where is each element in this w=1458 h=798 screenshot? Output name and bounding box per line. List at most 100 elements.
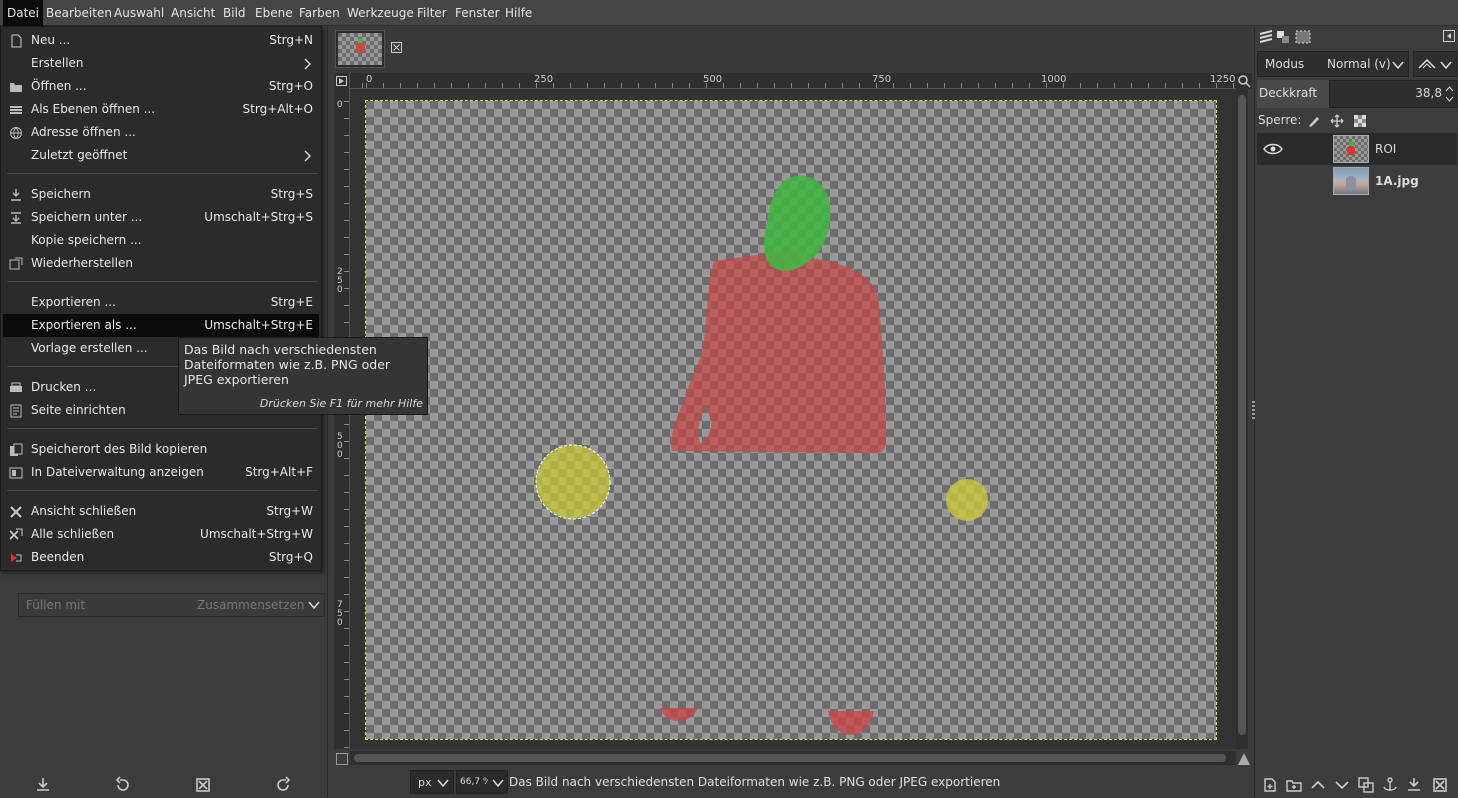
menu-item-export-as[interactable]: Exportieren als ... Umschalt+Strg+E <box>3 314 319 337</box>
roi-left-circle <box>535 444 611 520</box>
eye-icon[interactable] <box>1263 142 1283 156</box>
menu-item-export[interactable]: Exportieren ... Strg+E <box>3 291 319 314</box>
menu-item-label: Ansicht schließen <box>31 504 137 518</box>
composite-mode-button[interactable] <box>1413 51 1457 77</box>
menu-ebene[interactable]: Ebene <box>251 0 297 26</box>
menu-fenster[interactable]: Fenster <box>451 0 504 26</box>
menu-werkzeuge[interactable]: Werkzeuge <box>343 0 418 26</box>
menu-bearbeiten[interactable]: Bearbeiten <box>42 0 116 26</box>
opacity-label: Deckkraft <box>1257 80 1329 108</box>
horizontal-ruler: 0 250 500 750 1000 1250 <box>350 73 1238 89</box>
menu-bild[interactable]: Bild <box>219 0 250 26</box>
printer-icon <box>10 382 22 392</box>
layer-name: ROI <box>1375 142 1397 156</box>
menu-hilfe[interactable]: Hilfe <box>501 0 536 26</box>
restore-icon[interactable] <box>114 776 132 794</box>
lock-position-icon[interactable] <box>1330 114 1344 128</box>
menu-item-label: Drucken ... <box>31 380 97 394</box>
lower-layer-icon[interactable] <box>1333 776 1351 794</box>
new-layer-group-icon[interactable] <box>1285 776 1303 794</box>
unit-select[interactable]: px <box>410 770 454 794</box>
mode-value: Normal (v) <box>1327 57 1391 71</box>
menu-item-quit[interactable]: Beenden Strg+Q <box>3 546 319 569</box>
mode-label: Modus <box>1265 57 1305 71</box>
dock-menu-icon[interactable] <box>1443 30 1455 42</box>
menu-item-save[interactable]: Speichern Strg+S <box>3 183 319 206</box>
quick-mask-toggle-icon[interactable] <box>336 753 348 765</box>
tooltip-text: Das Bild nach verschiedensten Dateiforma… <box>184 342 391 387</box>
menu-item-save-copy[interactable]: Kopie speichern ... <box>3 229 319 252</box>
menu-item-open-location[interactable]: Adresse öffnen ... <box>3 121 319 144</box>
layers-dock: Modus Normal (v) Deckkraft 38,8 Sperre: … <box>1252 27 1458 798</box>
reset-icon[interactable] <box>274 776 292 794</box>
lock-alpha-icon[interactable] <box>1353 114 1367 128</box>
ruler-tick: 750 <box>337 600 343 628</box>
spinner-arrows-icon[interactable] <box>1445 85 1454 103</box>
duplicate-layer-icon[interactable] <box>1357 776 1375 794</box>
dock-resize-handle[interactable] <box>1252 401 1255 419</box>
menu-item-label: Neu ... <box>31 33 71 47</box>
horizontal-scrollbar[interactable] <box>350 751 1236 765</box>
close-tab-icon[interactable] <box>391 42 402 53</box>
delete-layer-icon[interactable] <box>1431 776 1449 794</box>
menu-auswahl[interactable]: Auswahl <box>110 0 168 26</box>
roi-head-shape <box>763 175 831 271</box>
tooltip: Das Bild nach verschiedensten Dateiforma… <box>178 337 428 415</box>
menu-item-close-all[interactable]: Alle schließen Umschalt+Strg+W <box>3 523 319 546</box>
menu-item-save-as[interactable]: Speichern unter ... Umschalt+Strg+S <box>3 206 319 229</box>
anchor-icon[interactable] <box>1381 776 1399 794</box>
menu-filter[interactable]: Filter <box>413 0 451 26</box>
merge-down-icon[interactable] <box>1405 776 1423 794</box>
menu-item-create[interactable]: Erstellen <box>3 52 319 75</box>
menu-item-open[interactable]: Öffnen ... Strg+O <box>3 75 319 98</box>
layers-bottom-toolbar <box>1255 772 1458 798</box>
left-dock-buttons <box>0 770 328 798</box>
magnifier-icon <box>1238 75 1251 88</box>
zoom-select[interactable]: 66,7 % <box>456 770 508 794</box>
fill-mode-select[interactable]: Füllen mit Zusammensetzen <box>18 593 325 617</box>
menu-item-new[interactable]: Neu ... Strg+N <box>3 29 319 52</box>
zoom-to-fit-button[interactable] <box>1236 73 1252 89</box>
canvas-area[interactable] <box>350 89 1236 749</box>
menubar: Datei Bearbeiten Auswahl Ansicht Bild Eb… <box>0 0 1458 26</box>
menu-item-accel: Strg+S <box>270 187 313 201</box>
menu-ansicht[interactable]: Ansicht <box>167 0 219 26</box>
menu-item-copy-location[interactable]: Speicherort des Bild kopieren <box>3 438 319 461</box>
image-tab-thumbnail[interactable] <box>335 30 385 68</box>
image-canvas[interactable] <box>365 100 1217 740</box>
raise-layer-icon[interactable] <box>1309 776 1327 794</box>
navigate-icon[interactable] <box>1237 752 1251 766</box>
delete-preset-icon[interactable] <box>194 776 212 794</box>
menu-item-label: Exportieren ... <box>31 295 116 309</box>
save-preset-icon[interactable] <box>34 776 52 794</box>
layer-row-roi[interactable]: ROI <box>1257 133 1457 165</box>
mode-select[interactable]: Modus Normal (v) <box>1257 51 1409 77</box>
ruler-tick: 500 <box>337 432 343 460</box>
menu-datei[interactable]: Datei <box>3 0 44 26</box>
menu-item-show-in-file-manager[interactable]: In Dateiverwaltung anzeigen Strg+Alt+F <box>3 461 319 484</box>
menu-separator <box>7 173 317 174</box>
quick-mask-menu-button[interactable] <box>334 73 350 89</box>
menu-item-accel: Strg+Alt+O <box>242 102 313 116</box>
paths-tab-icon[interactable] <box>1295 30 1311 44</box>
menu-item-close-view[interactable]: Ansicht schließen Strg+W <box>3 500 319 523</box>
menu-item-revert[interactable]: Wiederherstellen <box>3 252 319 275</box>
revert-icon <box>9 257 23 270</box>
horizontal-scroll-thumb[interactable] <box>354 754 1226 762</box>
tooltip-help-hint: Drücken Sie F1 für mehr Hilfe <box>259 397 423 410</box>
roi-overlay <box>535 175 988 735</box>
menu-item-recent[interactable]: Zuletzt geöffnet <box>3 144 319 167</box>
menu-separator <box>7 428 317 429</box>
open-as-layers-icon <box>10 106 22 114</box>
opacity-spinner[interactable]: 38,8 <box>1329 80 1457 108</box>
layer-row-1a[interactable]: 1A.jpg <box>1257 165 1457 197</box>
new-layer-icon[interactable] <box>1261 776 1279 794</box>
layers-tab-icon[interactable] <box>1259 30 1273 44</box>
channels-tab-icon[interactable] <box>1276 30 1290 44</box>
menu-item-open-as-layers[interactable]: Als Ebenen öffnen ... Strg+Alt+O <box>3 98 319 121</box>
close-all-icon <box>9 528 23 540</box>
vertical-scroll-thumb[interactable] <box>1238 95 1246 735</box>
menu-farben[interactable]: Farben <box>295 0 344 26</box>
vertical-scrollbar[interactable] <box>1236 89 1248 749</box>
lock-pixels-icon[interactable] <box>1307 114 1321 128</box>
